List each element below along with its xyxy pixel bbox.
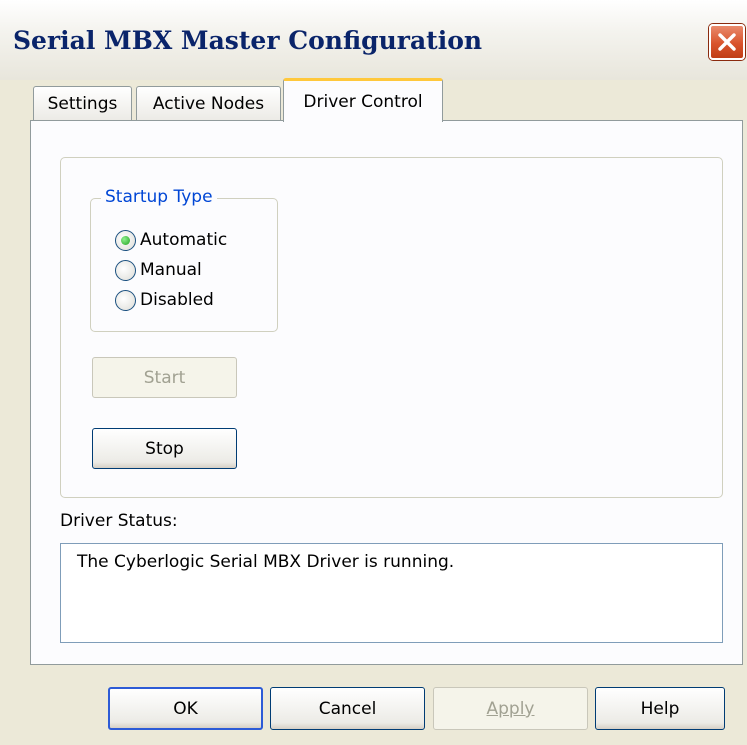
- close-button[interactable]: [709, 24, 745, 60]
- driver-status-label: Driver Status:: [60, 511, 178, 531]
- window-title: Serial MBX Master Configuration: [13, 26, 483, 55]
- apply-button-label: Apply: [486, 699, 535, 719]
- radio-button[interactable]: [115, 259, 136, 281]
- cancel-button[interactable]: Cancel: [270, 687, 425, 730]
- radio-automatic[interactable]: Automatic: [115, 227, 227, 253]
- radio-label-automatic: Automatic: [140, 230, 228, 250]
- radio-disabled[interactable]: Disabled: [115, 287, 214, 313]
- ok-button[interactable]: OK: [108, 687, 263, 730]
- driver-status-text: The Cyberlogic Serial MBX Driver is runn…: [77, 552, 455, 572]
- tab-driver-control[interactable]: Driver Control: [283, 78, 443, 122]
- driver-status-box[interactable]: The Cyberlogic Serial MBX Driver is runn…: [60, 543, 723, 643]
- radio-label-disabled: Disabled: [140, 290, 214, 310]
- start-button[interactable]: Start: [92, 357, 237, 398]
- title-bar[interactable]: Serial MBX Master Configuration: [0, 0, 747, 80]
- tab-settings[interactable]: Settings: [33, 86, 132, 120]
- stop-button[interactable]: Stop: [92, 428, 237, 469]
- help-button[interactable]: Help: [595, 687, 725, 730]
- radio-manual[interactable]: Manual: [115, 257, 202, 283]
- radio-button-checked[interactable]: [115, 229, 136, 251]
- radio-button[interactable]: [115, 289, 136, 311]
- apply-button[interactable]: Apply: [433, 687, 588, 730]
- startup-type-label: Startup Type: [101, 187, 217, 207]
- radio-label-manual: Manual: [140, 260, 202, 280]
- close-icon: [718, 33, 736, 51]
- tab-active-nodes[interactable]: Active Nodes: [136, 86, 281, 120]
